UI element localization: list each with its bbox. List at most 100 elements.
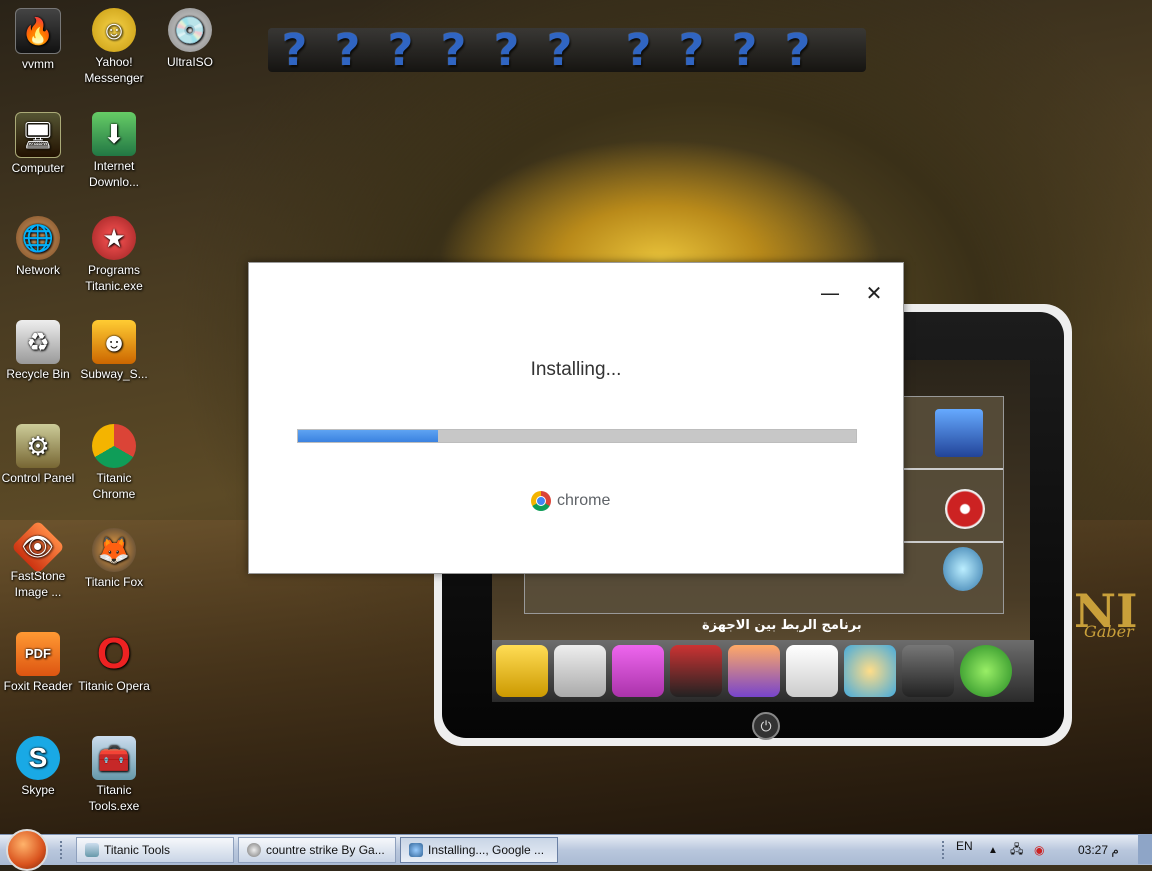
contacts-icon[interactable]: [902, 645, 954, 697]
desktop-icon-label: Recycle Bin: [6, 367, 70, 381]
dock-item[interactable]: ?: [665, 25, 718, 76]
desktop-icon-label: Control Panel: [1, 471, 75, 485]
tools-folder-icon[interactable]: [496, 645, 548, 697]
desktop-icon-label: FastStone Image ...: [10, 569, 66, 599]
dock-item[interactable]: ?: [718, 25, 771, 76]
start-button[interactable]: [6, 829, 48, 871]
chrome-logo-icon: [531, 491, 551, 511]
desktop-icon-label: Programs Titanic.exe: [85, 263, 143, 293]
ultraiso-icon: 💿: [168, 8, 212, 52]
desktop-icon-foxit-reader[interactable]: PDF Foxit Reader: [0, 632, 76, 694]
tablet-dock: [492, 640, 1034, 702]
programs-titanic-icon: ★: [92, 216, 136, 260]
wallpapers-icon[interactable]: [786, 645, 838, 697]
show-desktop-button[interactable]: [1138, 834, 1152, 864]
desktop-icon-internet-download-manager[interactable]: ⬇ Internet Downlo...: [76, 112, 152, 190]
internet-download-manager-icon: ⬇: [92, 112, 136, 156]
desktop-icon-label: Yahoo! Messenger: [84, 55, 144, 85]
dock-item[interactable]: ?: [480, 25, 533, 76]
desktop-icon-titanic-chrome[interactable]: Titanic Chrome: [76, 424, 152, 502]
desktop-icon-label: Network: [15, 263, 60, 277]
desktop-icon-label: vvmm: [22, 57, 54, 71]
desktop-icon-label: Titanic Opera: [78, 679, 150, 693]
chrome-brand: chrome: [531, 491, 610, 511]
computer-icon: 🖥: [15, 112, 61, 158]
desktop-icon-vvmm[interactable]: 🔥 vvmm: [0, 8, 76, 72]
question-mark-dock: ? ? ? ? ? ? ? ? ? ?: [268, 25, 866, 76]
dock-item[interactable]: ?: [268, 25, 321, 76]
desktop-icon-recycle-bin[interactable]: ♻ Recycle Bin: [0, 320, 76, 382]
desktop-icon-titanic-fox[interactable]: 🦊 Titanic Fox: [76, 528, 152, 590]
taskbar: Titanic Tools countre strike By Ga... In…: [0, 829, 1152, 871]
desktop-icon-ultraiso[interactable]: 💿 UltraISO: [152, 8, 228, 70]
antivirus-tray-icon[interactable]: ◉: [1034, 835, 1044, 865]
taskbar-grip[interactable]: [60, 841, 66, 859]
side-logo-subtext: Gaber: [1084, 622, 1134, 641]
games-folder-icon[interactable]: [554, 645, 606, 697]
dock-item[interactable]: ?: [321, 25, 374, 76]
desktop-icon-label: Titanic Tools.exe: [88, 783, 140, 813]
desktop-icon-label: Foxit Reader: [3, 679, 73, 693]
desktop-icon-label: Internet Downlo...: [88, 159, 140, 189]
dock-item[interactable]: ?: [771, 25, 824, 76]
desktop-icon-subway-surfers[interactable]: ☻ Subway_S...: [76, 320, 152, 382]
tray-grip[interactable]: [942, 841, 948, 859]
recycle-bin-icon: ♻: [16, 320, 60, 364]
monitor-icon[interactable]: [670, 645, 722, 697]
network-icon: 🌐: [16, 216, 60, 260]
chrome-icon: [92, 424, 136, 468]
opera-icon: O: [96, 629, 132, 678]
desktop-icon-faststone[interactable]: 👁 FastStone Image ...: [0, 520, 76, 600]
photos-icon[interactable]: [728, 645, 780, 697]
installer-icon: [409, 843, 423, 857]
perfume-icon[interactable]: [943, 547, 983, 591]
chrome-installer-dialog: — ✕ Installing... chrome: [248, 262, 904, 574]
network-tray-icon[interactable]: 🖧: [1010, 835, 1023, 865]
gift-icon[interactable]: [612, 645, 664, 697]
desktop-icon-label: Titanic Chrome: [92, 471, 136, 501]
skype-icon: S: [16, 736, 60, 780]
taskbar-item-label: Titanic Tools: [104, 843, 171, 857]
taskbar-item-chrome-installer[interactable]: Installing..., Google ...: [400, 837, 558, 863]
disc-icon[interactable]: [945, 489, 985, 529]
tools-icon: 🧰: [92, 736, 136, 780]
show-hidden-icons-icon[interactable]: ▲: [988, 835, 998, 865]
desktop-icon-titanic-tools[interactable]: 🧰 Titanic Tools.exe: [76, 736, 152, 814]
desktop-icon-label: Skype: [21, 783, 55, 797]
tools-icon: [85, 843, 99, 857]
desktop-icon-network[interactable]: 🌐 Network: [0, 216, 76, 278]
dock-item[interactable]: ?: [374, 25, 427, 76]
yahoo-messenger-icon: ☺: [92, 8, 136, 52]
faststone-icon: 👁: [11, 520, 65, 574]
dock-item[interactable]: ?: [427, 25, 480, 76]
subway-surfers-icon: ☻: [92, 320, 136, 364]
desktop-icon-programs-titanic[interactable]: ★ Programs Titanic.exe: [76, 216, 152, 294]
dock-item[interactable]: ?: [612, 25, 665, 76]
minimize-button[interactable]: —: [815, 281, 845, 305]
pdf-icon: PDF: [16, 632, 60, 676]
power-icon[interactable]: ⏻: [752, 712, 780, 740]
language-indicator[interactable]: EN: [956, 831, 973, 861]
desktop-icon-label: Titanic Fox: [84, 575, 144, 589]
close-button[interactable]: ✕: [859, 281, 889, 305]
taskbar-item-titanic-tools[interactable]: Titanic Tools: [76, 837, 234, 863]
desktop-icon-computer[interactable]: 🖥 Computer: [0, 112, 76, 176]
installing-status: Installing...: [530, 359, 622, 380]
taskbar-item-counter-strike[interactable]: countre strike By Ga...: [238, 837, 396, 863]
install-progress-fill: [298, 430, 438, 442]
cs-icon: [247, 843, 261, 857]
home-icon[interactable]: [960, 645, 1012, 697]
desktop-icon-titanic-opera[interactable]: O Titanic Opera: [76, 632, 152, 694]
desktop-icon-skype[interactable]: S Skype: [0, 736, 76, 798]
desktop-icon-control-panel[interactable]: ⚙ Control Panel: [0, 424, 76, 486]
desktop-icon-yahoo-messenger[interactable]: ☺ Yahoo! Messenger: [76, 8, 152, 86]
clock[interactable]: 03:27 م: [1078, 835, 1119, 865]
firefox-icon: 🦊: [92, 528, 136, 572]
dock-item[interactable]: ?: [533, 25, 586, 76]
folder-icon: 🔥: [15, 8, 61, 54]
desktop-icon-label: UltraISO: [166, 55, 213, 69]
castle-icon[interactable]: [935, 409, 983, 457]
desktop-icon-label: Subway_S...: [80, 367, 148, 381]
media-player-icon[interactable]: [844, 645, 896, 697]
install-progress-bar: [297, 429, 857, 443]
